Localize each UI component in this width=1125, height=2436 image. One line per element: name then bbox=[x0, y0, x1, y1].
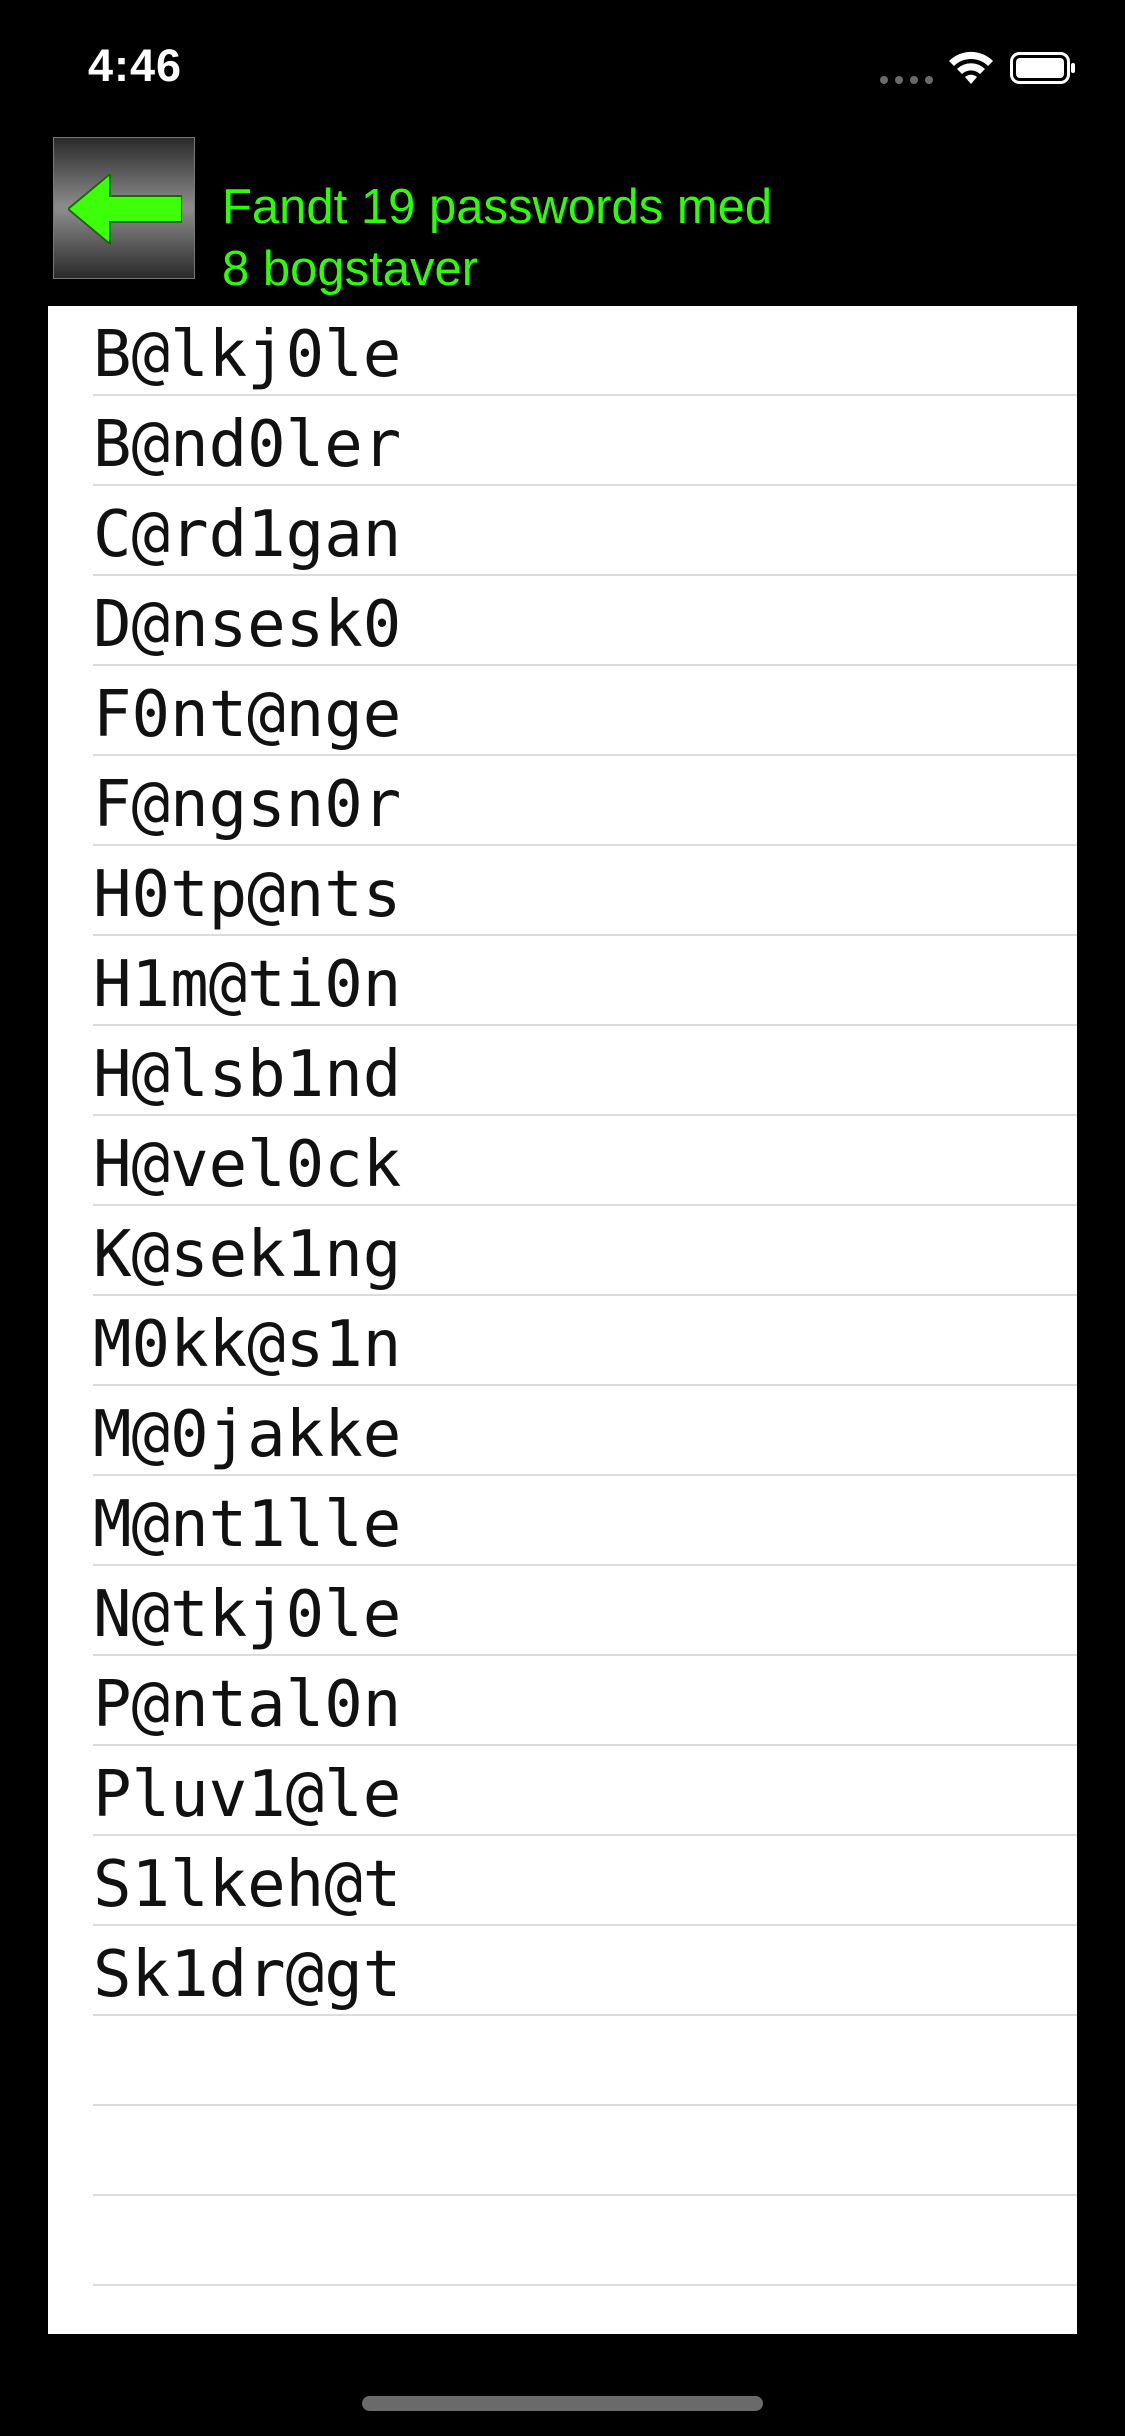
password-label: S1lkeh@t bbox=[93, 1848, 402, 1922]
status-bar: 4:46 bbox=[0, 0, 1125, 132]
list-item[interactable]: M0kk@s1n bbox=[48, 1296, 1077, 1386]
cellular-signal-icon bbox=[880, 72, 934, 84]
password-label: H0tp@nts bbox=[93, 858, 402, 932]
app-screen: 4:46 Fandt 19 passwords med 8 bogstaver … bbox=[0, 0, 1125, 2436]
password-label: C@rd1gan bbox=[93, 498, 402, 572]
password-label: F@ngsn0r bbox=[93, 768, 402, 842]
password-label: H@lsb1nd bbox=[93, 1038, 402, 1112]
password-label: B@nd0ler bbox=[93, 408, 402, 482]
password-label: N@tkj0le bbox=[93, 1578, 402, 1652]
list-item[interactable] bbox=[48, 2286, 1077, 2334]
list-item[interactable]: Sk1dr@gt bbox=[48, 1926, 1077, 2016]
password-label: H1m@ti0n bbox=[93, 948, 402, 1022]
password-label: K@sek1ng bbox=[93, 1218, 402, 1292]
password-label: M@nt1lle bbox=[93, 1488, 402, 1562]
notch bbox=[248, 0, 876, 90]
list-item[interactable] bbox=[48, 2106, 1077, 2196]
list-item[interactable]: M@nt1lle bbox=[48, 1476, 1077, 1566]
list-item[interactable]: F@ngsn0r bbox=[48, 756, 1077, 846]
status-time: 4:46 bbox=[88, 40, 183, 91]
list-item[interactable]: M@0jakke bbox=[48, 1386, 1077, 1476]
list-item[interactable]: H@lsb1nd bbox=[48, 1026, 1077, 1116]
home-indicator[interactable] bbox=[362, 2396, 763, 2411]
password-label: M@0jakke bbox=[93, 1398, 402, 1472]
password-list[interactable]: B@lkj0le B@nd0ler C@rd1gan D@nsesk0 F0nt@nge… bbox=[48, 306, 1077, 2334]
list-item[interactable]: H0tp@nts bbox=[48, 846, 1077, 936]
left-arrow-icon bbox=[68, 174, 182, 244]
list-item[interactable]: F0nt@nge bbox=[48, 666, 1077, 756]
password-label: Sk1dr@gt bbox=[93, 1938, 402, 2012]
list-item[interactable]: H@vel0ck bbox=[48, 1116, 1077, 1206]
result-summary-line2: 8 bogstaver bbox=[222, 242, 479, 296]
list-item[interactable]: D@nsesk0 bbox=[48, 576, 1077, 666]
list-item[interactable]: N@tkj0le bbox=[48, 1566, 1077, 1656]
password-label: P@ntal0n bbox=[93, 1668, 402, 1742]
password-label: D@nsesk0 bbox=[93, 588, 402, 662]
password-label: F0nt@nge bbox=[93, 678, 402, 752]
back-button[interactable] bbox=[53, 137, 195, 279]
list-item[interactable] bbox=[48, 2016, 1077, 2106]
result-summary: Fandt 19 passwords med 8 bogstaver bbox=[222, 176, 1082, 300]
list-item[interactable]: K@sek1ng bbox=[48, 1206, 1077, 1296]
list-item[interactable]: Pluv1@le bbox=[48, 1746, 1077, 1836]
list-item[interactable]: C@rd1gan bbox=[48, 486, 1077, 576]
password-label: B@lkj0le bbox=[93, 318, 402, 392]
list-item[interactable]: B@nd0ler bbox=[48, 396, 1077, 486]
wifi-icon bbox=[946, 50, 996, 86]
list-item[interactable]: S1lkeh@t bbox=[48, 1836, 1077, 1926]
password-label: Pluv1@le bbox=[93, 1758, 402, 1832]
password-label: M0kk@s1n bbox=[93, 1308, 402, 1382]
battery-icon bbox=[1010, 52, 1076, 84]
result-summary-line1: Fandt 19 passwords med bbox=[222, 180, 773, 234]
list-item[interactable]: P@ntal0n bbox=[48, 1656, 1077, 1746]
password-label: H@vel0ck bbox=[93, 1128, 402, 1202]
list-item[interactable]: H1m@ti0n bbox=[48, 936, 1077, 1026]
list-item[interactable]: B@lkj0le bbox=[48, 306, 1077, 396]
list-item[interactable] bbox=[48, 2196, 1077, 2286]
